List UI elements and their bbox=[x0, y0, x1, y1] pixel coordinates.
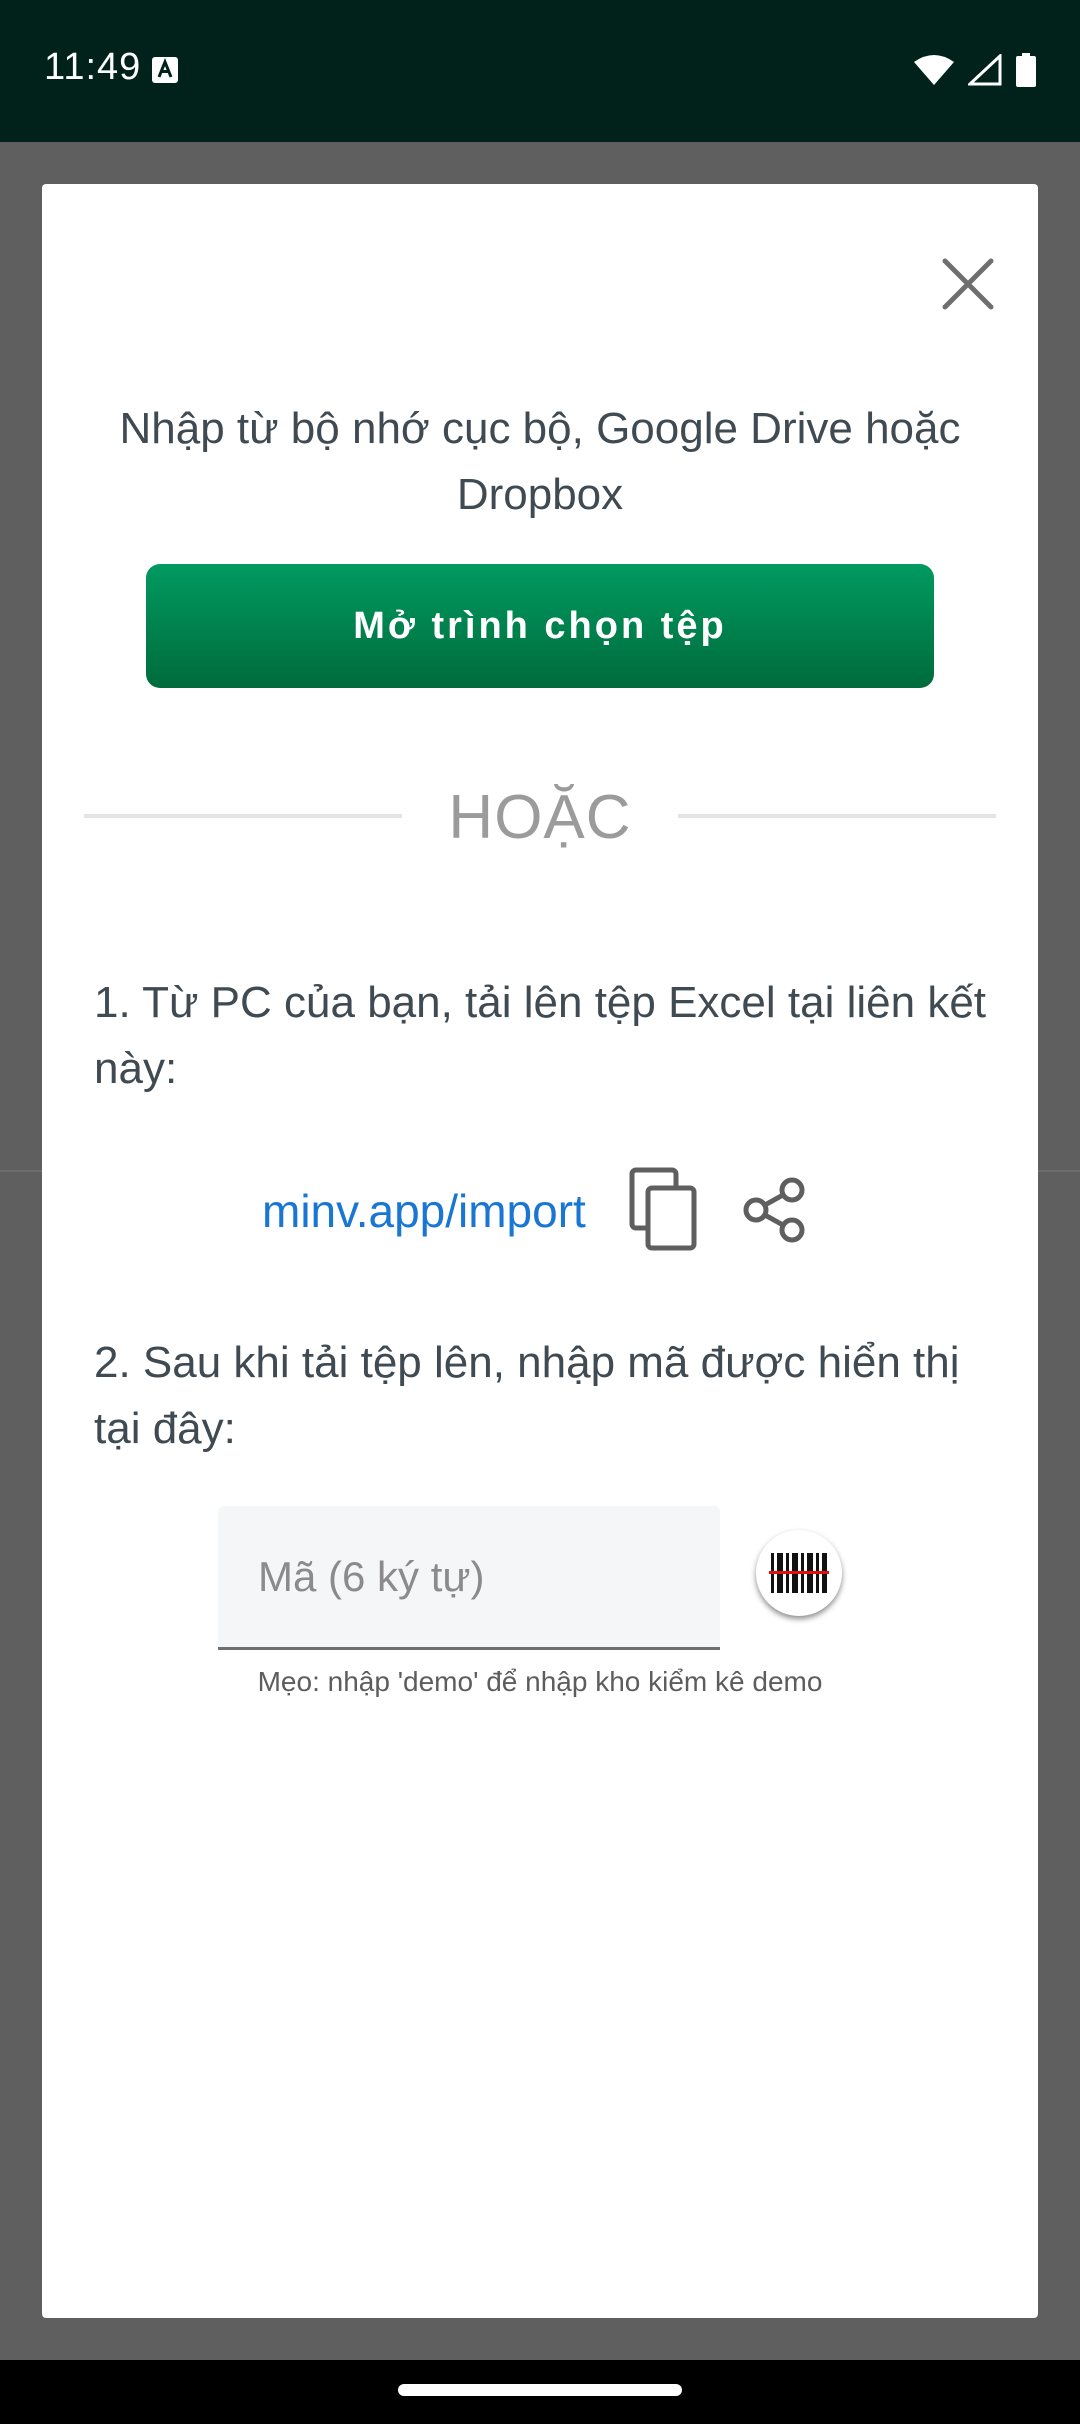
code-input[interactable] bbox=[218, 1506, 720, 1647]
wifi-icon bbox=[914, 55, 954, 85]
divider-right bbox=[678, 814, 996, 818]
status-bar: 11:49 bbox=[0, 0, 1080, 142]
intro-text: Nhập từ bộ nhớ cục bộ, Google Drive hoặc… bbox=[119, 404, 961, 519]
signal-icon bbox=[968, 54, 1002, 86]
code-field[interactable] bbox=[218, 1506, 720, 1650]
status-time: 11:49 bbox=[44, 46, 142, 88]
import-link-row: minv.app/import bbox=[42, 1166, 1038, 1266]
keyboard-a-icon bbox=[152, 57, 178, 83]
import-dialog: Nhập từ bộ nhớ cục bộ, Google Drive hoặc… bbox=[42, 184, 1038, 2318]
barcode-scan-icon bbox=[769, 1553, 829, 1593]
close-button[interactable] bbox=[920, 236, 1016, 332]
share-icon[interactable] bbox=[734, 1170, 814, 1250]
tip-text: Mẹo: nhập 'demo' để nhập kho kiểm kê dem… bbox=[257, 1666, 823, 1697]
copy-icon[interactable] bbox=[628, 1166, 704, 1254]
navigation-bar bbox=[0, 2360, 1080, 2424]
status-icons bbox=[914, 52, 1036, 88]
or-label: HOẶC bbox=[448, 783, 632, 852]
step1-instruction: 1. Từ PC của bạn, tải lên tệp Excel tại … bbox=[94, 978, 987, 1093]
divider-left bbox=[84, 814, 402, 818]
home-gesture-handle[interactable] bbox=[398, 2384, 682, 2396]
import-link[interactable]: minv.app/import bbox=[262, 1184, 586, 1238]
open-file-picker-button[interactable]: Mở trình chọn tệp bbox=[146, 564, 934, 688]
close-icon bbox=[942, 258, 994, 310]
step2-instruction: 2. Sau khi tải tệp lên, nhập mã được hiể… bbox=[94, 1338, 960, 1453]
barcode-scan-button[interactable] bbox=[756, 1530, 842, 1616]
battery-icon bbox=[1016, 53, 1036, 87]
